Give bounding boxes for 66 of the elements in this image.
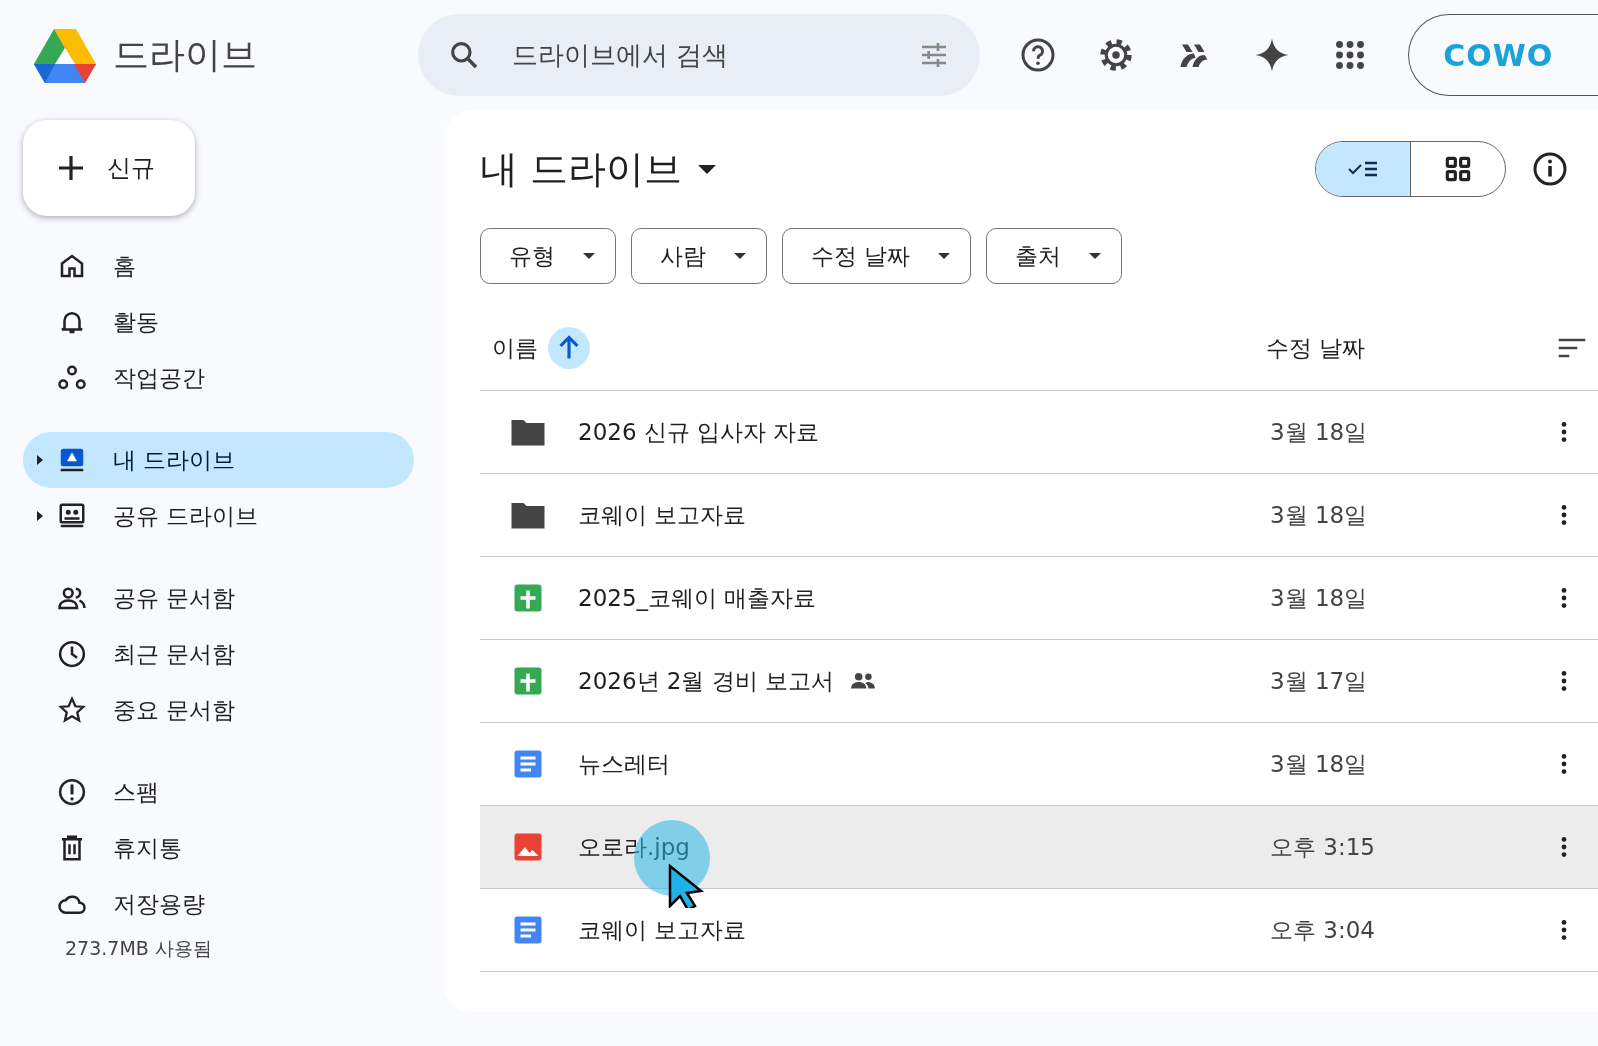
file-row[interactable]: 2026년 2월 경비 보고서 3월 17일 bbox=[480, 640, 1598, 723]
filter-chip[interactable]: 수정 날짜 bbox=[782, 228, 972, 284]
file-name: 오로라.jpg bbox=[578, 832, 690, 862]
filter-chip[interactable]: 출처 bbox=[986, 228, 1123, 284]
filter-chip[interactable]: 사람 bbox=[631, 228, 767, 284]
dropdown-icon bbox=[734, 253, 746, 259]
spam-icon bbox=[57, 777, 87, 807]
app-title: 드라이브 bbox=[113, 32, 257, 77]
more-options-icon[interactable] bbox=[1560, 917, 1568, 943]
shared-people-icon bbox=[850, 672, 877, 690]
expand-icon[interactable] bbox=[37, 511, 43, 521]
clock-icon bbox=[57, 639, 87, 669]
file-row[interactable]: 코웨이 보고자료 오후 3:04 bbox=[480, 889, 1598, 972]
modified-date: 3월 17일 bbox=[1270, 667, 1368, 694]
modified-date: 오후 3:15 bbox=[1270, 833, 1375, 860]
dropdown-icon bbox=[583, 253, 595, 259]
file-name: 코웨이 보고자료 bbox=[578, 915, 747, 945]
modified-date: 오후 3:04 bbox=[1270, 916, 1375, 943]
more-options-icon[interactable] bbox=[1560, 585, 1568, 611]
sidebar-item[interactable]: 작업공간 bbox=[23, 350, 414, 406]
list-view-icon[interactable] bbox=[1316, 142, 1410, 196]
modified-date: 3월 18일 bbox=[1270, 584, 1368, 611]
modified-date: 3월 18일 bbox=[1270, 418, 1368, 445]
modified-date: 3월 18일 bbox=[1270, 501, 1368, 528]
file-name: 2025_코웨이 매출자료 bbox=[578, 583, 817, 613]
column-header[interactable]: 수정 날짜 bbox=[1266, 334, 1366, 361]
drive-logo-icon bbox=[33, 27, 97, 83]
search-bar[interactable]: 드라이브에서 검색 bbox=[417, 14, 981, 96]
column-header[interactable]: 이름 bbox=[492, 332, 538, 364]
filter-chip[interactable]: 유형 bbox=[480, 228, 616, 284]
settings-icon[interactable] bbox=[1098, 37, 1135, 73]
sidebar-item[interactable]: 공유 문서함 bbox=[23, 570, 414, 626]
expand-icon[interactable] bbox=[37, 455, 43, 465]
sidebar-item[interactable]: 내 드라이브 bbox=[23, 432, 414, 488]
help-icon[interactable] bbox=[1020, 37, 1057, 73]
sidebar-item[interactable]: 활동 bbox=[23, 294, 414, 350]
sidebar-item[interactable]: 저장용량 bbox=[23, 876, 414, 932]
dropdown-icon bbox=[698, 164, 717, 174]
sidebar-item[interactable]: 홈 bbox=[23, 238, 414, 294]
sidebar-item[interactable]: 공유 드라이브 bbox=[23, 488, 414, 544]
star-icon bbox=[57, 695, 87, 725]
file-row[interactable]: 2025_코웨이 매출자료 3월 18일 bbox=[480, 557, 1598, 640]
sidebar-item[interactable]: 중요 문서함 bbox=[23, 682, 414, 738]
info-icon[interactable] bbox=[1532, 151, 1568, 187]
new-button[interactable]: 신규 bbox=[23, 120, 195, 216]
file-name: 뉴스레터 bbox=[578, 749, 670, 779]
dropdown-icon bbox=[938, 253, 951, 259]
folder-title[interactable]: 내 드라이브 bbox=[480, 143, 717, 195]
sidebar-item[interactable]: 스팸 bbox=[23, 764, 414, 820]
sort-ascending-icon[interactable] bbox=[548, 327, 590, 369]
more-options-icon[interactable] bbox=[1560, 668, 1568, 694]
more-options-icon[interactable] bbox=[1560, 419, 1568, 445]
sidebar-item[interactable]: 최근 문서함 bbox=[23, 626, 414, 682]
file-name: 2026 신규 입사자 자료 bbox=[578, 417, 820, 447]
file-name: 코웨이 보고자료 bbox=[578, 500, 747, 530]
more-options-icon[interactable] bbox=[1560, 834, 1568, 860]
file-name: 2026년 2월 경비 보고서 bbox=[578, 666, 835, 696]
sidebar-item[interactable]: 휴지통 bbox=[23, 820, 414, 876]
more-options-icon[interactable] bbox=[1560, 502, 1568, 528]
search-field[interactable]: 드라이브에서 검색 bbox=[509, 39, 889, 71]
dropdown-icon bbox=[1089, 253, 1102, 259]
file-row[interactable]: 2026 신규 입사자 자료 3월 18일 bbox=[480, 391, 1598, 474]
more-options-icon[interactable] bbox=[1560, 751, 1568, 777]
file-row[interactable]: 코웨이 보고자료 3월 18일 bbox=[480, 474, 1598, 557]
modified-date: 3월 18일 bbox=[1270, 750, 1368, 777]
storage-usage: 273.7MB 사용됨 bbox=[64, 936, 213, 961]
